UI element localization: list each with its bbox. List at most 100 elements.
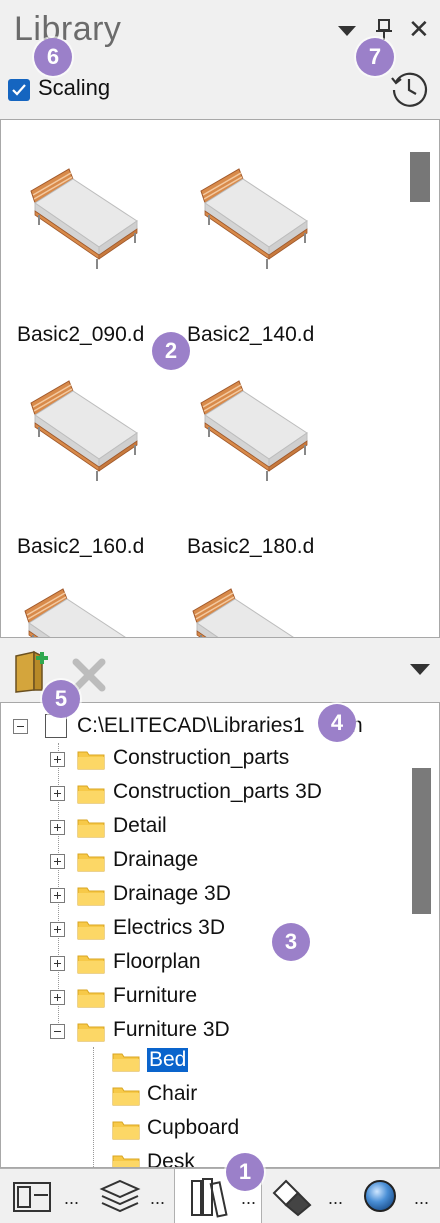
tree-item[interactable]: Floorplan <box>1 947 411 981</box>
tree-subitem[interactable]: Bed <box>1 1045 411 1079</box>
scaling-checkbox[interactable] <box>8 79 30 101</box>
tab-globe-ellipsis: ... <box>414 1188 430 1208</box>
library-thumbnail[interactable]: Basic2_140.d <box>187 151 347 346</box>
bottom-tab-bar: ... ... ... ... ... <box>0 1168 440 1223</box>
folder-icon <box>112 1155 140 1167</box>
folder-icon <box>77 921 105 940</box>
callout-badge-7: 7 <box>356 38 394 76</box>
expand-icon[interactable] <box>50 922 65 937</box>
tree-subitem-label: Cupboard <box>147 1116 240 1139</box>
tree-item[interactable]: Furniture 3D <box>1 1015 411 1049</box>
callout-badge-2: 2 <box>152 332 190 370</box>
tree-item-label: Furniture <box>113 984 198 1007</box>
expand-icon[interactable] <box>50 888 65 903</box>
tab-layers-ellipsis: ... <box>150 1188 166 1208</box>
history-clock-icon[interactable] <box>388 68 430 110</box>
bed-preview-icon <box>30 168 138 269</box>
tree-item[interactable]: Construction_parts 3D <box>1 777 411 811</box>
tree-scrollbar-thumb[interactable] <box>412 768 431 914</box>
tree-subitem-label: Chair <box>147 1082 198 1105</box>
folder-icon <box>112 1087 140 1106</box>
tree-item[interactable]: Construction_parts <box>1 743 411 777</box>
folder-icon <box>112 1121 140 1140</box>
layout-icon <box>13 1182 51 1212</box>
tree-item[interactable]: Drainage <box>1 845 411 879</box>
tree-item[interactable]: Furniture <box>1 981 411 1015</box>
tree-item-label: Drainage 3D <box>113 882 231 905</box>
tree-item-label: Electrics 3D <box>113 916 226 939</box>
library-thumbnail[interactable]: Basic2_160.d <box>17 363 177 558</box>
tree-subitem[interactable]: Cupboard <box>1 1113 411 1147</box>
callout-badge-3: 3 <box>272 923 310 961</box>
expand-icon[interactable] <box>50 990 65 1005</box>
bed-preview-icon <box>200 380 308 481</box>
thumbnail-caption: Basic2_140.d <box>187 323 315 346</box>
folder-icon <box>77 955 105 974</box>
expand-icon[interactable] <box>50 820 65 835</box>
collapse-icon[interactable] <box>13 719 28 734</box>
tab-library-ellipsis: ... <box>241 1188 257 1208</box>
expand-icon[interactable] <box>50 854 65 869</box>
layers-icon <box>99 1179 141 1213</box>
tree-subitem[interactable]: Chair <box>1 1079 411 1113</box>
library-tree[interactable]: C:\ELITECAD\Libraries1 n Construction_pa… <box>0 702 440 1168</box>
close-icon[interactable]: ✕ <box>408 16 430 42</box>
folder-icon <box>77 819 105 838</box>
callout-badge-1: 1 <box>226 1153 264 1191</box>
tab-globe[interactable]: ... <box>354 1169 440 1223</box>
bed-preview-icon <box>200 168 308 269</box>
thumbnail-caption: Basic2_180.d <box>187 535 315 558</box>
folder-icon <box>112 1053 140 1072</box>
tree-item[interactable]: Electrics 3D <box>1 913 411 947</box>
panel-title: Library <box>14 10 122 48</box>
tree-root-label: C:\ELITECAD\Libraries1 <box>77 714 305 737</box>
folder-icon <box>77 751 105 770</box>
folder-icon <box>77 785 105 804</box>
bed-preview-icon <box>24 588 126 637</box>
expand-icon[interactable] <box>50 956 65 971</box>
tab-layout[interactable]: ... <box>0 1169 88 1223</box>
tree-item-label: Detail <box>113 814 167 837</box>
globe-icon <box>364 1180 396 1212</box>
tab-layout-ellipsis: ... <box>64 1188 80 1208</box>
checkmark-icon <box>12 84 26 96</box>
bed-preview-icon <box>192 588 294 637</box>
scaling-label: Scaling <box>38 75 111 100</box>
tree-menu-dropdown-icon[interactable] <box>410 664 430 675</box>
eraser-icon <box>272 1179 312 1217</box>
tree-item-label: Construction_parts 3D <box>113 780 322 803</box>
thumbnail-caption: Basic2_160.d <box>17 535 145 558</box>
library-books-icon <box>191 1178 228 1218</box>
library-thumbnail[interactable]: Basic2_180.d <box>187 363 347 558</box>
library-thumbnail[interactable] <box>11 571 171 637</box>
folder-icon <box>77 989 105 1008</box>
callout-badge-6: 6 <box>34 38 72 76</box>
library-preview-panel[interactable]: Basic2_090.d Basic2_140.d Basic2_160.d B… <box>0 119 440 638</box>
expand-icon[interactable] <box>50 752 65 767</box>
tree-item-label: Drainage <box>113 848 199 871</box>
tree-item[interactable]: Detail <box>1 811 411 845</box>
tab-eraser[interactable]: ... <box>262 1169 354 1223</box>
thumbnail-caption: Basic2_090.d <box>17 323 145 346</box>
tree-subitem[interactable]: Desk <box>1 1147 411 1168</box>
tree-item[interactable]: Drainage 3D <box>1 879 411 913</box>
tree-item-label: Construction_parts <box>113 746 290 769</box>
folder-icon <box>77 1023 105 1042</box>
preview-scrollbar-thumb[interactable] <box>410 152 430 202</box>
folder-icon <box>77 853 105 872</box>
folder-icon <box>77 887 105 906</box>
callout-badge-5: 5 <box>42 680 80 718</box>
library-thumbnail[interactable] <box>179 571 339 637</box>
panel-menu-dropdown-icon[interactable] <box>338 26 356 36</box>
tree-subitem-label: Bed <box>147 1048 189 1072</box>
tab-layers[interactable]: ... <box>88 1169 174 1223</box>
expand-icon[interactable] <box>50 786 65 801</box>
callout-badge-4: 4 <box>318 704 356 742</box>
tab-eraser-ellipsis: ... <box>328 1188 344 1208</box>
tree-subitem-label: Desk <box>147 1150 195 1168</box>
tree-item-label: Floorplan <box>113 950 201 973</box>
collapse-icon[interactable] <box>50 1024 65 1039</box>
bed-preview-icon <box>30 380 138 481</box>
tree-item-label: Furniture 3D <box>113 1018 230 1041</box>
library-thumbnail[interactable]: Basic2_090.d <box>17 151 177 346</box>
